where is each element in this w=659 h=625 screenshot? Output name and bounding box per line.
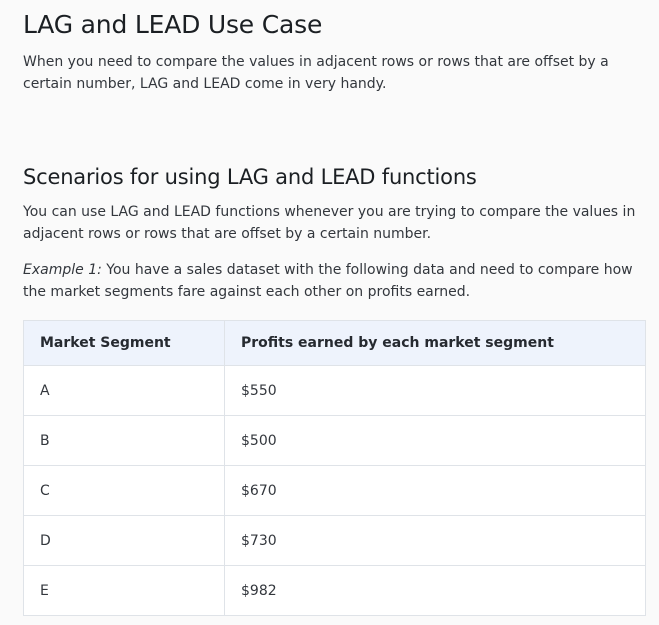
- example-text: You have a sales dataset with the follow…: [23, 262, 633, 300]
- segment-cell: D: [23, 515, 225, 566]
- example-label: Example 1:: [23, 262, 102, 278]
- table-row: C $670: [23, 465, 646, 516]
- profit-cell: $982: [224, 565, 646, 616]
- section-paragraph: You can use LAG and LEAD functions whene…: [23, 204, 636, 242]
- article: LAG and LEAD Use Case When you need to c…: [0, 0, 659, 625]
- profit-cell: $730: [224, 515, 646, 566]
- example-paragraph: Example 1: You have a sales dataset with…: [23, 259, 645, 303]
- segment-cell: C: [23, 465, 225, 516]
- segment-cell: B: [23, 415, 225, 466]
- page-title: LAG and LEAD Use Case: [23, 10, 323, 39]
- intro-paragraph: When you need to compare the values in a…: [23, 54, 609, 92]
- table-row: B $500: [23, 415, 646, 466]
- section-title: Scenarios for using LAG and LEAD functio…: [23, 165, 477, 189]
- table-header-row: Market Segment Profits earned by each ma…: [23, 320, 646, 366]
- header-profits: Profits earned by each market segment: [224, 320, 646, 366]
- table-row: D $730: [23, 515, 646, 566]
- table-row: E $982: [23, 565, 646, 616]
- header-market-segment: Market Segment: [23, 320, 225, 366]
- profit-cell: $550: [224, 365, 646, 416]
- market-segment-table: Market Segment Profits earned by each ma…: [23, 320, 646, 616]
- segment-cell: E: [23, 565, 225, 616]
- profit-cell: $670: [224, 465, 646, 516]
- segment-cell: A: [23, 365, 225, 416]
- table-row: A $550: [23, 365, 646, 416]
- profit-cell: $500: [224, 415, 646, 466]
